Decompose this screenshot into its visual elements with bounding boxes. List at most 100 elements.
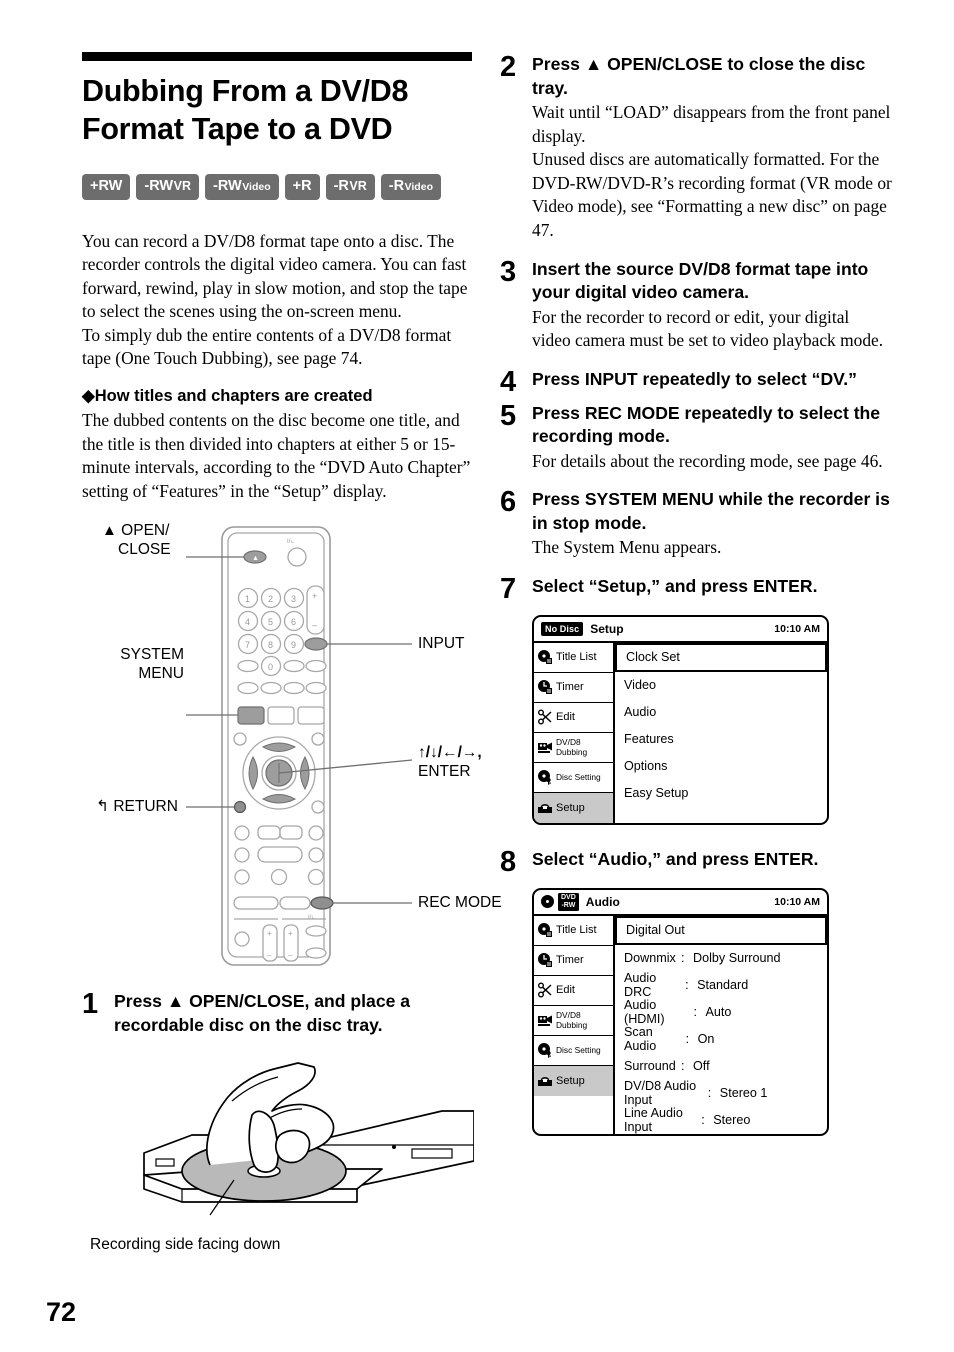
callout-enter: ↑/↓/←/→, ENTER [418,744,482,781]
menu-item-label: Audio (HDMI) [624,998,665,1027]
svg-text:1: 1 [245,594,250,604]
svg-text:–: – [288,951,293,960]
sidebar-item-label: Setup [556,801,585,814]
step-title: Press REC MODE repeatedly to select the … [532,402,881,447]
right-column: 2 Press ▲ OPEN/CLOSE to close the disc t… [500,52,892,1136]
sidebar-item-title-list[interactable]: Title List [534,642,613,673]
menu-item-label: Audio [624,705,657,720]
disc-title-icon [538,650,552,665]
menu-item-colon: : [681,1059,685,1074]
toolbox-icon [538,804,552,813]
sidebar-item-setup[interactable]: Setup [534,792,613,823]
svg-text:2: 2 [268,594,273,604]
remote-control-illustration: .rline { fill:none; stroke:#9a9a9a; stro… [186,526,413,967]
camcorder-icon [538,742,552,754]
osd-sidebar: Title List Timer Edit DV/D8 Dubbing Disc… [534,915,615,1134]
sidebar-item-timer[interactable]: Timer [534,672,613,703]
step-description: The System Menu appears. [532,537,722,558]
step-description: For details about the recording mode, se… [532,450,883,471]
remote-control-figure: .rline { fill:none; stroke:#9a9a9a; stro… [82,515,502,975]
menu-item-label: DV/D8 Audio Input [624,1079,697,1108]
sidebar-item-edit[interactable]: Edit [534,702,613,733]
menu-item-line-audio-input[interactable]: Line Audio Input : Stereo [615,1106,827,1134]
intro-paragraph-1: You can record a DV/D8 format tape onto … [82,230,468,322]
scissors-icon [538,982,552,998]
diamond-bullet-icon: ◆ [82,387,95,406]
svg-text:I/⏾: I/⏾ [287,538,295,545]
menu-item-options[interactable]: Options [615,753,827,780]
intro-paragraph-2: To simply dub the entire contents of a D… [82,324,452,369]
menu-item-surround[interactable]: Surround : Off [615,1053,827,1080]
callout-open-close: ▲ OPEN/ CLOSE [102,522,171,559]
callout-system-menu: SYSTEM MENU [120,646,184,683]
badge-plus-rw: +RW [82,174,131,200]
menu-item-value: Dolby Surround [693,951,781,966]
menu-item-audio-drc[interactable]: Audio DRC : Standard [615,971,827,999]
menu-item-value: Auto [705,1005,732,1020]
menu-item-label: Clock Set [626,650,680,665]
step-8: 8 Select “Audio,” and press ENTER. [500,847,892,877]
disc-tray-illustration: .il { fill:none; stroke:#000; stroke-wid… [143,1062,475,1216]
sidebar-item-disc-setting[interactable]: Disc Setting [534,762,613,793]
sidebar-item-dv-d8-dubbing[interactable]: DV/D8 Dubbing [534,1005,613,1036]
menu-item-digital-out[interactable]: Digital Out [615,915,827,945]
step-7: 7 Select “Setup,” and press ENTER. [500,574,892,604]
sidebar-item-label: Edit [556,984,575,997]
callout-rec-mode: REC MODE [418,894,502,912]
svg-text:–: – [267,951,272,960]
clock-timer-icon [538,680,552,695]
sidebar-item-edit[interactable]: Edit [534,975,613,1006]
scissors-icon [538,709,552,725]
clock-timer-icon [538,953,552,968]
menu-item-colon: : [693,1005,697,1020]
menu-item-downmix[interactable]: Downmix : Dolby Surround [615,945,827,972]
return-arrow-icon: ↰ [96,798,109,816]
menu-item-label: Options [624,759,668,774]
svg-text:8: 8 [268,640,273,650]
disc-title-icon [538,923,552,938]
menu-item-value: Stereo 1 [719,1086,768,1101]
step-title: Press ▲ OPEN/CLOSE to close the disc tra… [532,54,866,98]
step-title: Press INPUT repeatedly to select “DV.” [532,368,857,389]
sidebar-item-label: Title List [556,924,597,937]
sidebar-item-label: Disc Setting [556,772,601,783]
step-title: Select “Setup,” and press ENTER. [532,575,818,596]
menu-item-audio-hdmi[interactable]: Audio (HDMI) : Auto [615,998,827,1027]
badge-plus-r: +R [284,174,320,200]
page-title: Dubbing From a DV/D8 Format Tape to a DV… [82,74,409,146]
sidebar-item-disc-setting[interactable]: Disc Setting [534,1035,613,1066]
menu-item-features[interactable]: Features [615,726,827,753]
badge-minus-rw-video: -RW Video [204,174,279,200]
step-2: 2 Press ▲ OPEN/CLOSE to close the disc t… [500,52,892,243]
sidebar-item-dv-d8-dubbing[interactable]: DV/D8 Dubbing [534,732,613,763]
osd-audio-screen: DVD -RW Audio 10:10 AM Title List Timer … [532,887,829,1136]
subsection-heading: ◆How titles and chapters are created [82,387,373,406]
badge-minus-rw-vr: -RW VR [136,174,199,200]
menu-item-video[interactable]: Video [615,672,827,699]
svg-text:5: 5 [268,617,273,627]
menu-item-label: Easy Setup [624,786,689,801]
menu-item-easy-setup[interactable]: Easy Setup [615,780,827,807]
callout-input: INPUT [418,635,465,653]
step-4: 4 Press INPUT repeatedly to select “DV.” [500,367,892,397]
tray-caption: Recording side facing down [90,1236,281,1254]
step-title: Press ▲ OPEN/CLOSE, and place a recordab… [114,991,411,1035]
menu-item-label: Video [624,678,656,693]
sidebar-item-setup[interactable]: Setup [534,1065,613,1096]
step-number: 5 [500,399,517,432]
sidebar-item-label: Timer [556,954,584,967]
menu-item-clock-set[interactable]: Clock Set [615,642,827,672]
eject-icon: ▲ [102,522,117,540]
svg-text:–: – [312,620,317,630]
step-5: 5 Press REC MODE repeatedly to select th… [500,401,892,474]
sidebar-item-title-list[interactable]: Title List [534,915,613,946]
sidebar-item-timer[interactable]: Timer [534,945,613,976]
toolbox-icon [538,1077,552,1086]
step-3: 3 Insert the source DV/D8 format tape in… [500,257,892,353]
menu-item-scan-audio[interactable]: Scan Audio : On [615,1025,827,1053]
osd-header: DVD -RW Audio 10:10 AM [534,890,827,916]
menu-item-dv-d8-audio-input[interactable]: DV/D8 Audio Input : Stereo 1 [615,1079,827,1108]
menu-item-audio[interactable]: Audio [615,699,827,726]
subsection-body: The dubbed contents on the disc become o… [82,410,471,501]
step-number: 6 [500,486,517,519]
